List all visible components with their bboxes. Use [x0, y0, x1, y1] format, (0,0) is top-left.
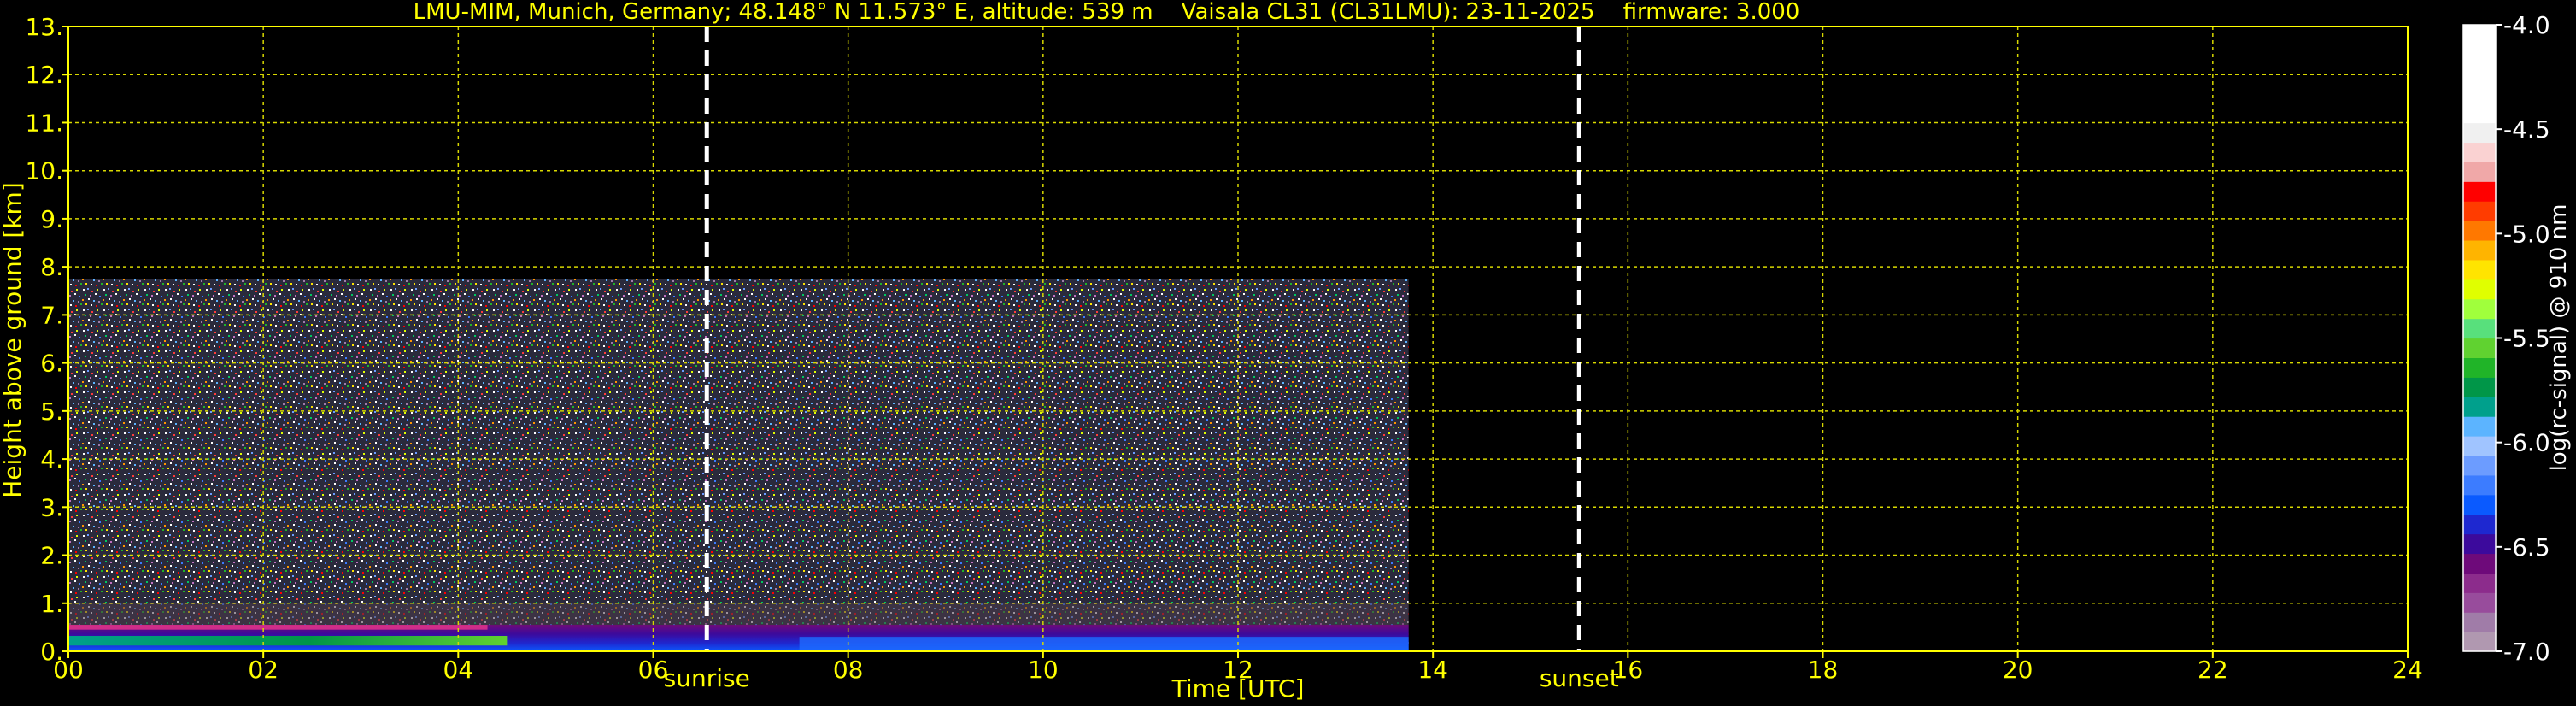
- colorbar-segment: [2463, 553, 2496, 574]
- y-tick-label: 2.: [40, 542, 63, 570]
- chart-title: LMU-MIM, Munich, Germany; 48.148° N 11.5…: [414, 0, 1800, 25]
- y-tick-label: 5.: [40, 397, 63, 426]
- green-aerosol-band: [68, 636, 508, 646]
- y-tick-label: 1.: [40, 590, 63, 618]
- colorbar-segment: [2463, 533, 2496, 555]
- colorbar-segment: [2463, 592, 2496, 613]
- y-tick-label: 13.: [25, 13, 63, 41]
- y-tick-label: 6.: [40, 350, 63, 378]
- colorbar-tick-label: -5.5: [2503, 325, 2550, 353]
- x-tick-label: 24: [2392, 656, 2423, 684]
- colorbar-segment: [2463, 573, 2496, 593]
- colorbar-segment: [2463, 162, 2496, 182]
- y-tick-label: 10.: [25, 157, 63, 185]
- y-tick-label: 9.: [40, 205, 63, 233]
- colorbar-segment: [2463, 103, 2496, 124]
- colorbar-segment: [2463, 357, 2496, 378]
- noise-region: [68, 279, 1409, 651]
- colorbar-segment: [2463, 612, 2496, 632]
- y-tick-label: 12.: [25, 61, 63, 89]
- colorbar-label: log(rc-signal) @ 910 nm: [2546, 204, 2572, 472]
- colorbar-segment: [2463, 338, 2496, 359]
- colorbar-segment: [2463, 455, 2496, 476]
- x-tick-label: 20: [2003, 656, 2033, 684]
- colorbar-segment: [2463, 494, 2496, 515]
- y-tick-label: 0.: [40, 638, 63, 666]
- y-tick-label: 3.: [40, 493, 63, 521]
- y-axis-label: Height above ground [km]: [0, 182, 26, 498]
- residual-layer: [68, 603, 1409, 626]
- blue-surface-band: [799, 637, 1409, 651]
- colorbar-segment: [2463, 25, 2496, 45]
- colorbar-segment: [2463, 279, 2496, 300]
- layer-top-edge: [68, 625, 488, 630]
- sunset-label: sunset: [1540, 664, 1619, 692]
- colorbar-segment: [2463, 122, 2496, 144]
- x-tick-label: 04: [443, 656, 474, 684]
- y-tick-label: 11.: [25, 109, 63, 137]
- colorbar-segment: [2463, 239, 2496, 261]
- colorbar-segment: [2463, 377, 2496, 397]
- colorbar-segment: [2463, 44, 2496, 65]
- colorbar-segment: [2463, 514, 2496, 535]
- y-tick-label: 8.: [40, 253, 63, 281]
- colorbar-tick-label: -6.5: [2503, 533, 2550, 562]
- ceilometer-chart: sunrise sunset 00 02 04 06 08 10 12 14 16 18 20 22 24…: [0, 0, 2572, 703]
- x-tick-label: 08: [833, 656, 864, 684]
- x-tick-label: 22: [2198, 656, 2228, 684]
- colorbar-tick-label: -4.5: [2503, 115, 2550, 144]
- colorbar-tick-label: -7.0: [2503, 638, 2550, 666]
- x-tick-label: 18: [1808, 656, 1839, 684]
- colorbar-segment: [2463, 416, 2496, 437]
- colorbar-segment: [2463, 63, 2496, 85]
- colorbar-segment: [2463, 632, 2496, 652]
- colorbar-segment: [2463, 298, 2496, 320]
- colorbar-tick-label: -6.0: [2503, 429, 2550, 457]
- colorbar-segment: [2463, 318, 2496, 339]
- colorbar-segment: [2463, 397, 2496, 417]
- colorbar-segment: [2463, 201, 2496, 221]
- colorbar-segment: [2463, 142, 2496, 162]
- x-axis-label: Time [UTC]: [1171, 674, 1305, 703]
- x-tick-label: 16: [1613, 656, 1644, 684]
- colorbar-segment: [2463, 83, 2496, 104]
- sunrise-label: sunrise: [664, 664, 750, 692]
- colorbar-segment: [2463, 474, 2496, 496]
- x-tick-label: 06: [638, 656, 669, 684]
- colorbar-tick-label: -4.0: [2503, 11, 2550, 39]
- colorbar-segment: [2463, 259, 2496, 280]
- x-tick-label: 02: [248, 656, 279, 684]
- colorbar-segment: [2463, 181, 2496, 202]
- x-tick-label: 14: [1417, 656, 1448, 684]
- colorbar-segment: [2463, 436, 2496, 456]
- x-tick-label: 10: [1028, 656, 1059, 684]
- colorbar-tick-label: -5.0: [2503, 220, 2550, 248]
- y-tick-label: 4.: [40, 445, 63, 474]
- y-tick-label: 7.: [40, 301, 63, 329]
- colorbar-segment: [2463, 221, 2496, 241]
